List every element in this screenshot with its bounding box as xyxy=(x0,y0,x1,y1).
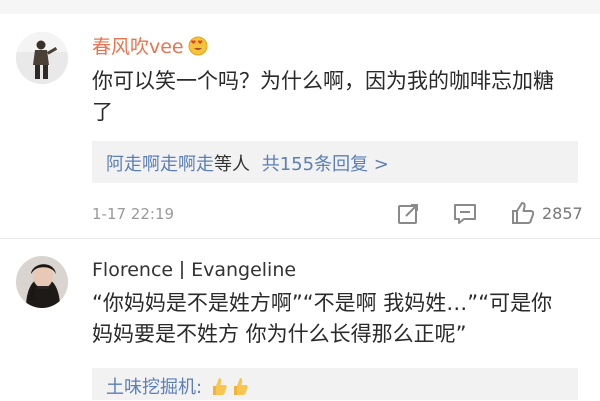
reply-user-link[interactable]: 土味挖掘机: xyxy=(106,373,202,399)
comment-author-name[interactable]: 春风吹vee xyxy=(92,32,208,59)
thumbs-up-emoji-icon xyxy=(231,376,249,396)
username-part2[interactable]: Evangeline xyxy=(191,259,296,281)
reply-preview-text[interactable]: 土味挖掘机: xyxy=(106,373,249,399)
avatar-image xyxy=(16,256,68,308)
like-button[interactable]: 2857 xyxy=(510,200,583,226)
comment-timestamp: 1-17 22:19 xyxy=(92,205,175,223)
reply-users-suffix: 等人 xyxy=(214,154,250,175)
username-link[interactable]: 春风吹vee xyxy=(92,32,184,59)
share-icon[interactable] xyxy=(396,201,422,227)
comment-author-name[interactable]: Florence Evangeline xyxy=(92,259,296,281)
reply-count-link[interactable]: 共155条回复 > xyxy=(262,154,389,175)
previous-content-edge xyxy=(0,0,600,14)
heart-eyes-emoji-icon xyxy=(188,36,208,56)
comment-icon[interactable] xyxy=(452,201,478,227)
reply-summary-text[interactable]: 阿走啊走啊走等人 共155条回复 > xyxy=(106,150,389,176)
reply-users-link[interactable]: 阿走啊走啊走 xyxy=(106,154,214,175)
comment-text-line: “你妈妈是不是姓方啊”“不是啊 我妈姓…”“可是你 xyxy=(92,291,553,315)
comment-text: 你可以笑一个吗？为什么啊，因为我的咖啡忘加糖 了 xyxy=(92,66,582,128)
comment-text-line: 你可以笑一个吗？为什么啊，因为我的咖啡忘加糖 xyxy=(92,69,554,93)
like-count: 2857 xyxy=(542,203,583,223)
thumbs-up-icon xyxy=(510,200,536,226)
comment-text-line: 了 xyxy=(92,100,113,124)
reply-summary-box[interactable]: 阿走啊走啊走等人 共155条回复 > xyxy=(92,141,578,183)
comment-divider xyxy=(0,238,600,239)
avatar-image xyxy=(16,32,68,84)
comment-text-line: 妈妈要是不姓方 你为什么长得那么正呢” xyxy=(92,322,467,346)
reply-preview-box[interactable]: 土味挖掘机: xyxy=(92,368,578,400)
comment-text: “你妈妈是不是姓方啊”“不是啊 我妈姓…”“可是你 妈妈要是不姓方 你为什么长得… xyxy=(92,288,582,350)
name-separator xyxy=(181,261,184,279)
thumbs-up-emoji-icon xyxy=(210,376,228,396)
username-part1[interactable]: Florence xyxy=(92,259,173,281)
avatar[interactable] xyxy=(16,32,68,84)
avatar[interactable] xyxy=(16,256,68,308)
